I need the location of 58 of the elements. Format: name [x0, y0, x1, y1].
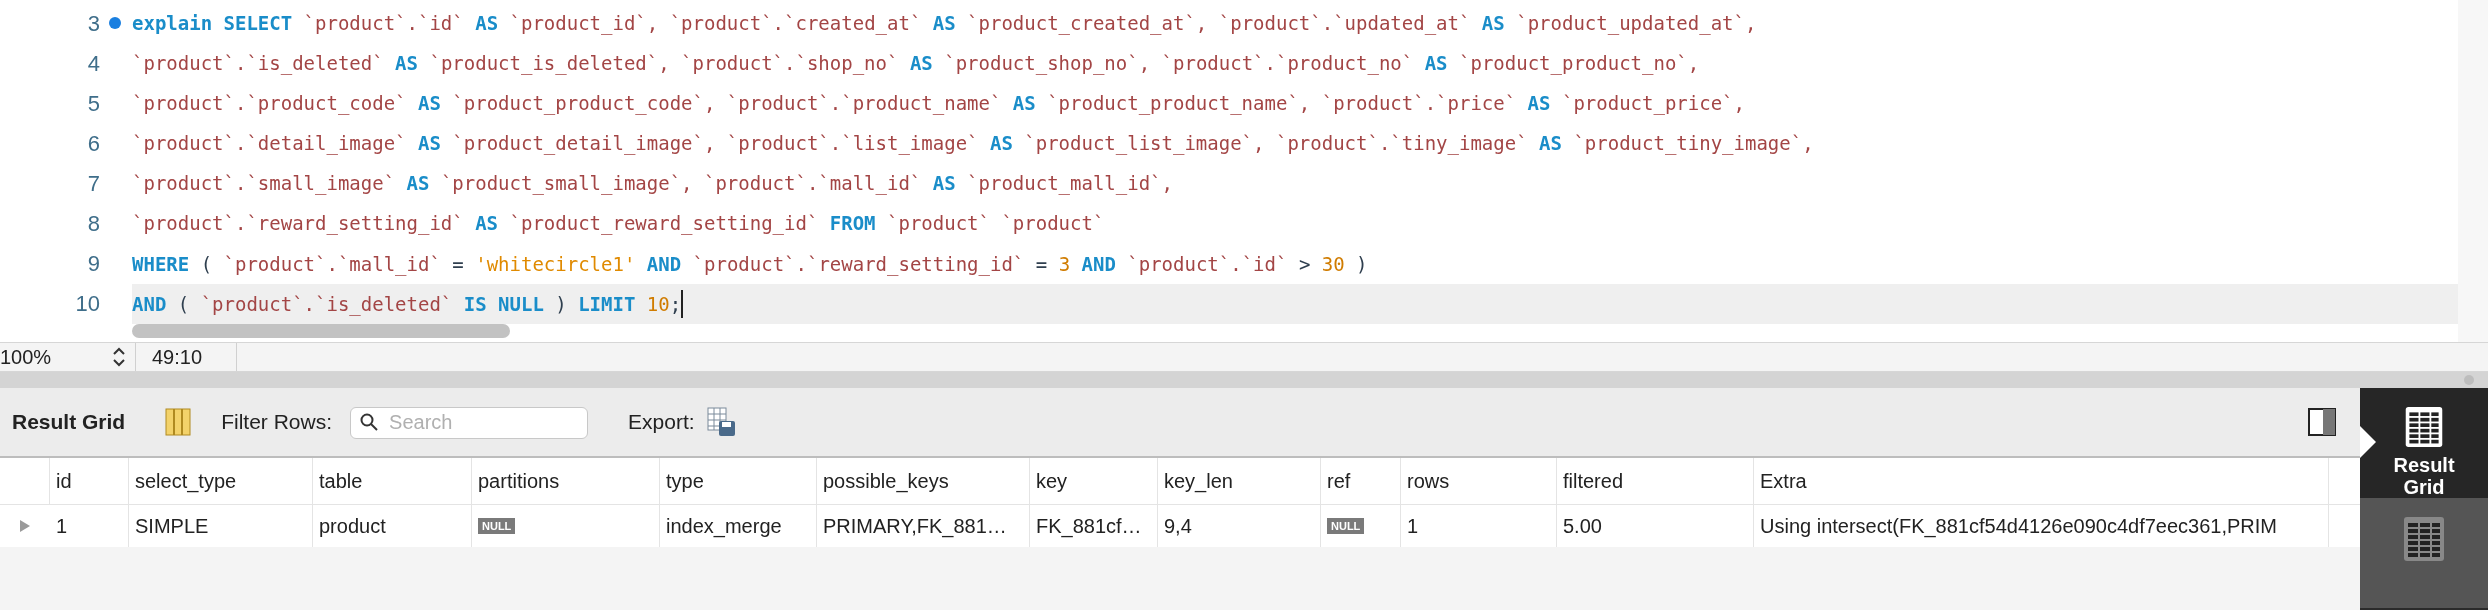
line-number: 5 — [87, 89, 100, 118]
column-header[interactable]: key — [1030, 458, 1158, 504]
table-cell-text: Using intersect(FK_881cf54d4126e090c4df7eec361,PRIM — [1760, 514, 2277, 540]
column-header[interactable]: type — [660, 458, 817, 504]
table-cell-text: 1 — [56, 514, 68, 539]
filter-rows-label: Filter Rows: — [221, 409, 333, 436]
grid-icon — [2403, 516, 2445, 562]
line-number: 4 — [87, 49, 100, 78]
grid-icon — [2403, 406, 2445, 448]
text-cursor — [681, 289, 684, 318]
code-line: WHERE ( `product`.`mall_id` = 'whitecircle1' AND `product`.`reward_setting_id` = 3 AND `product`.`id` > 30 ) — [132, 251, 1369, 278]
table-cell-text: SIMPLE — [135, 514, 209, 539]
column-header[interactable]: id — [50, 458, 129, 504]
line-number: 7 — [87, 170, 100, 199]
column-header[interactable]: rows — [1401, 458, 1557, 504]
null-badge: NULL — [478, 518, 516, 534]
zoom-selector[interactable]: 100% — [0, 343, 136, 371]
selection-notch — [2360, 426, 2376, 458]
column-header[interactable]: possible_keys — [817, 458, 1030, 504]
panel-toggle-icon[interactable] — [2308, 408, 2336, 436]
search-field[interactable]: Search — [350, 406, 589, 439]
code-line: `product`.`detail_image` AS `product_detail_image`, `product`.`list_image` AS `product_list_image`, `product`.`tiny_image` AS `product_tiny_image`, — [132, 131, 1815, 157]
scrollbar-thumb[interactable] — [132, 324, 510, 338]
export-icon[interactable] — [706, 407, 737, 437]
column-header[interactable]: Extra — [1754, 458, 2329, 504]
result-grid-title: Result Grid — [12, 409, 126, 436]
line-number: 8 — [87, 210, 100, 239]
code-line: `product`.`product_code` AS `product_product_code`, `product`.`product_name` AS `product_product_name`, `product`.`price` AS `product_price`, — [132, 91, 1746, 117]
table-cell-text: 9,4 — [1164, 514, 1192, 539]
column-header[interactable]: partitions — [472, 458, 660, 504]
table-cell-text: 5.00 — [1563, 514, 1602, 539]
table-cell-text: product — [319, 514, 386, 539]
cursor-position: 49:10 — [136, 343, 237, 371]
code-line: `product`.`small_image` AS `product_small_image`, `product`.`mall_id` AS `product_mall_id`, — [132, 171, 1174, 197]
code-line: explain SELECT `product`.`id` AS `product_id`, `product`.`created_at` AS `product_created_at`, `product`.`updated_at` AS `product_updated_at`, — [132, 10, 1758, 37]
column-header[interactable]: select_type — [129, 458, 313, 504]
code-line: `product`.`is_deleted` AS `product_is_deleted`, `product`.`shop_no` AS `product_shop_no`, `product`.`product_no` AS `product_product_no`, — [132, 50, 1701, 77]
column-header[interactable]: filtered — [1557, 458, 1754, 504]
chevron-updown-icon — [113, 347, 125, 367]
search-icon — [360, 413, 379, 431]
column-header[interactable]: key_len — [1158, 458, 1321, 504]
column-header[interactable]: table — [313, 458, 472, 504]
table-cell-text: FK_881cf… — [1036, 514, 1142, 540]
columns-icon[interactable] — [165, 408, 192, 436]
side-tab[interactable]: Result Grid — [2360, 388, 2488, 498]
line-number: 3 — [87, 9, 100, 38]
export-label: Export: — [628, 409, 695, 436]
line-number: 10 — [75, 290, 100, 319]
line-number: 6 — [87, 129, 100, 158]
line-number: 9 — [87, 250, 100, 279]
table-cell-text: PRIMARY,FK_881… — [823, 514, 1007, 540]
column-header[interactable]: ref — [1321, 458, 1401, 504]
row-pointer-icon — [19, 519, 31, 533]
table-cell-text: 1 — [1407, 514, 1419, 539]
table-cell-text: index_merge — [666, 514, 782, 540]
code-line: `product`.`reward_setting_id` AS `product_reward_setting_id` FROM `product` `product` — [132, 211, 1106, 237]
null-badge: NULL — [1327, 518, 1365, 534]
side-tab[interactable] — [2360, 498, 2488, 608]
